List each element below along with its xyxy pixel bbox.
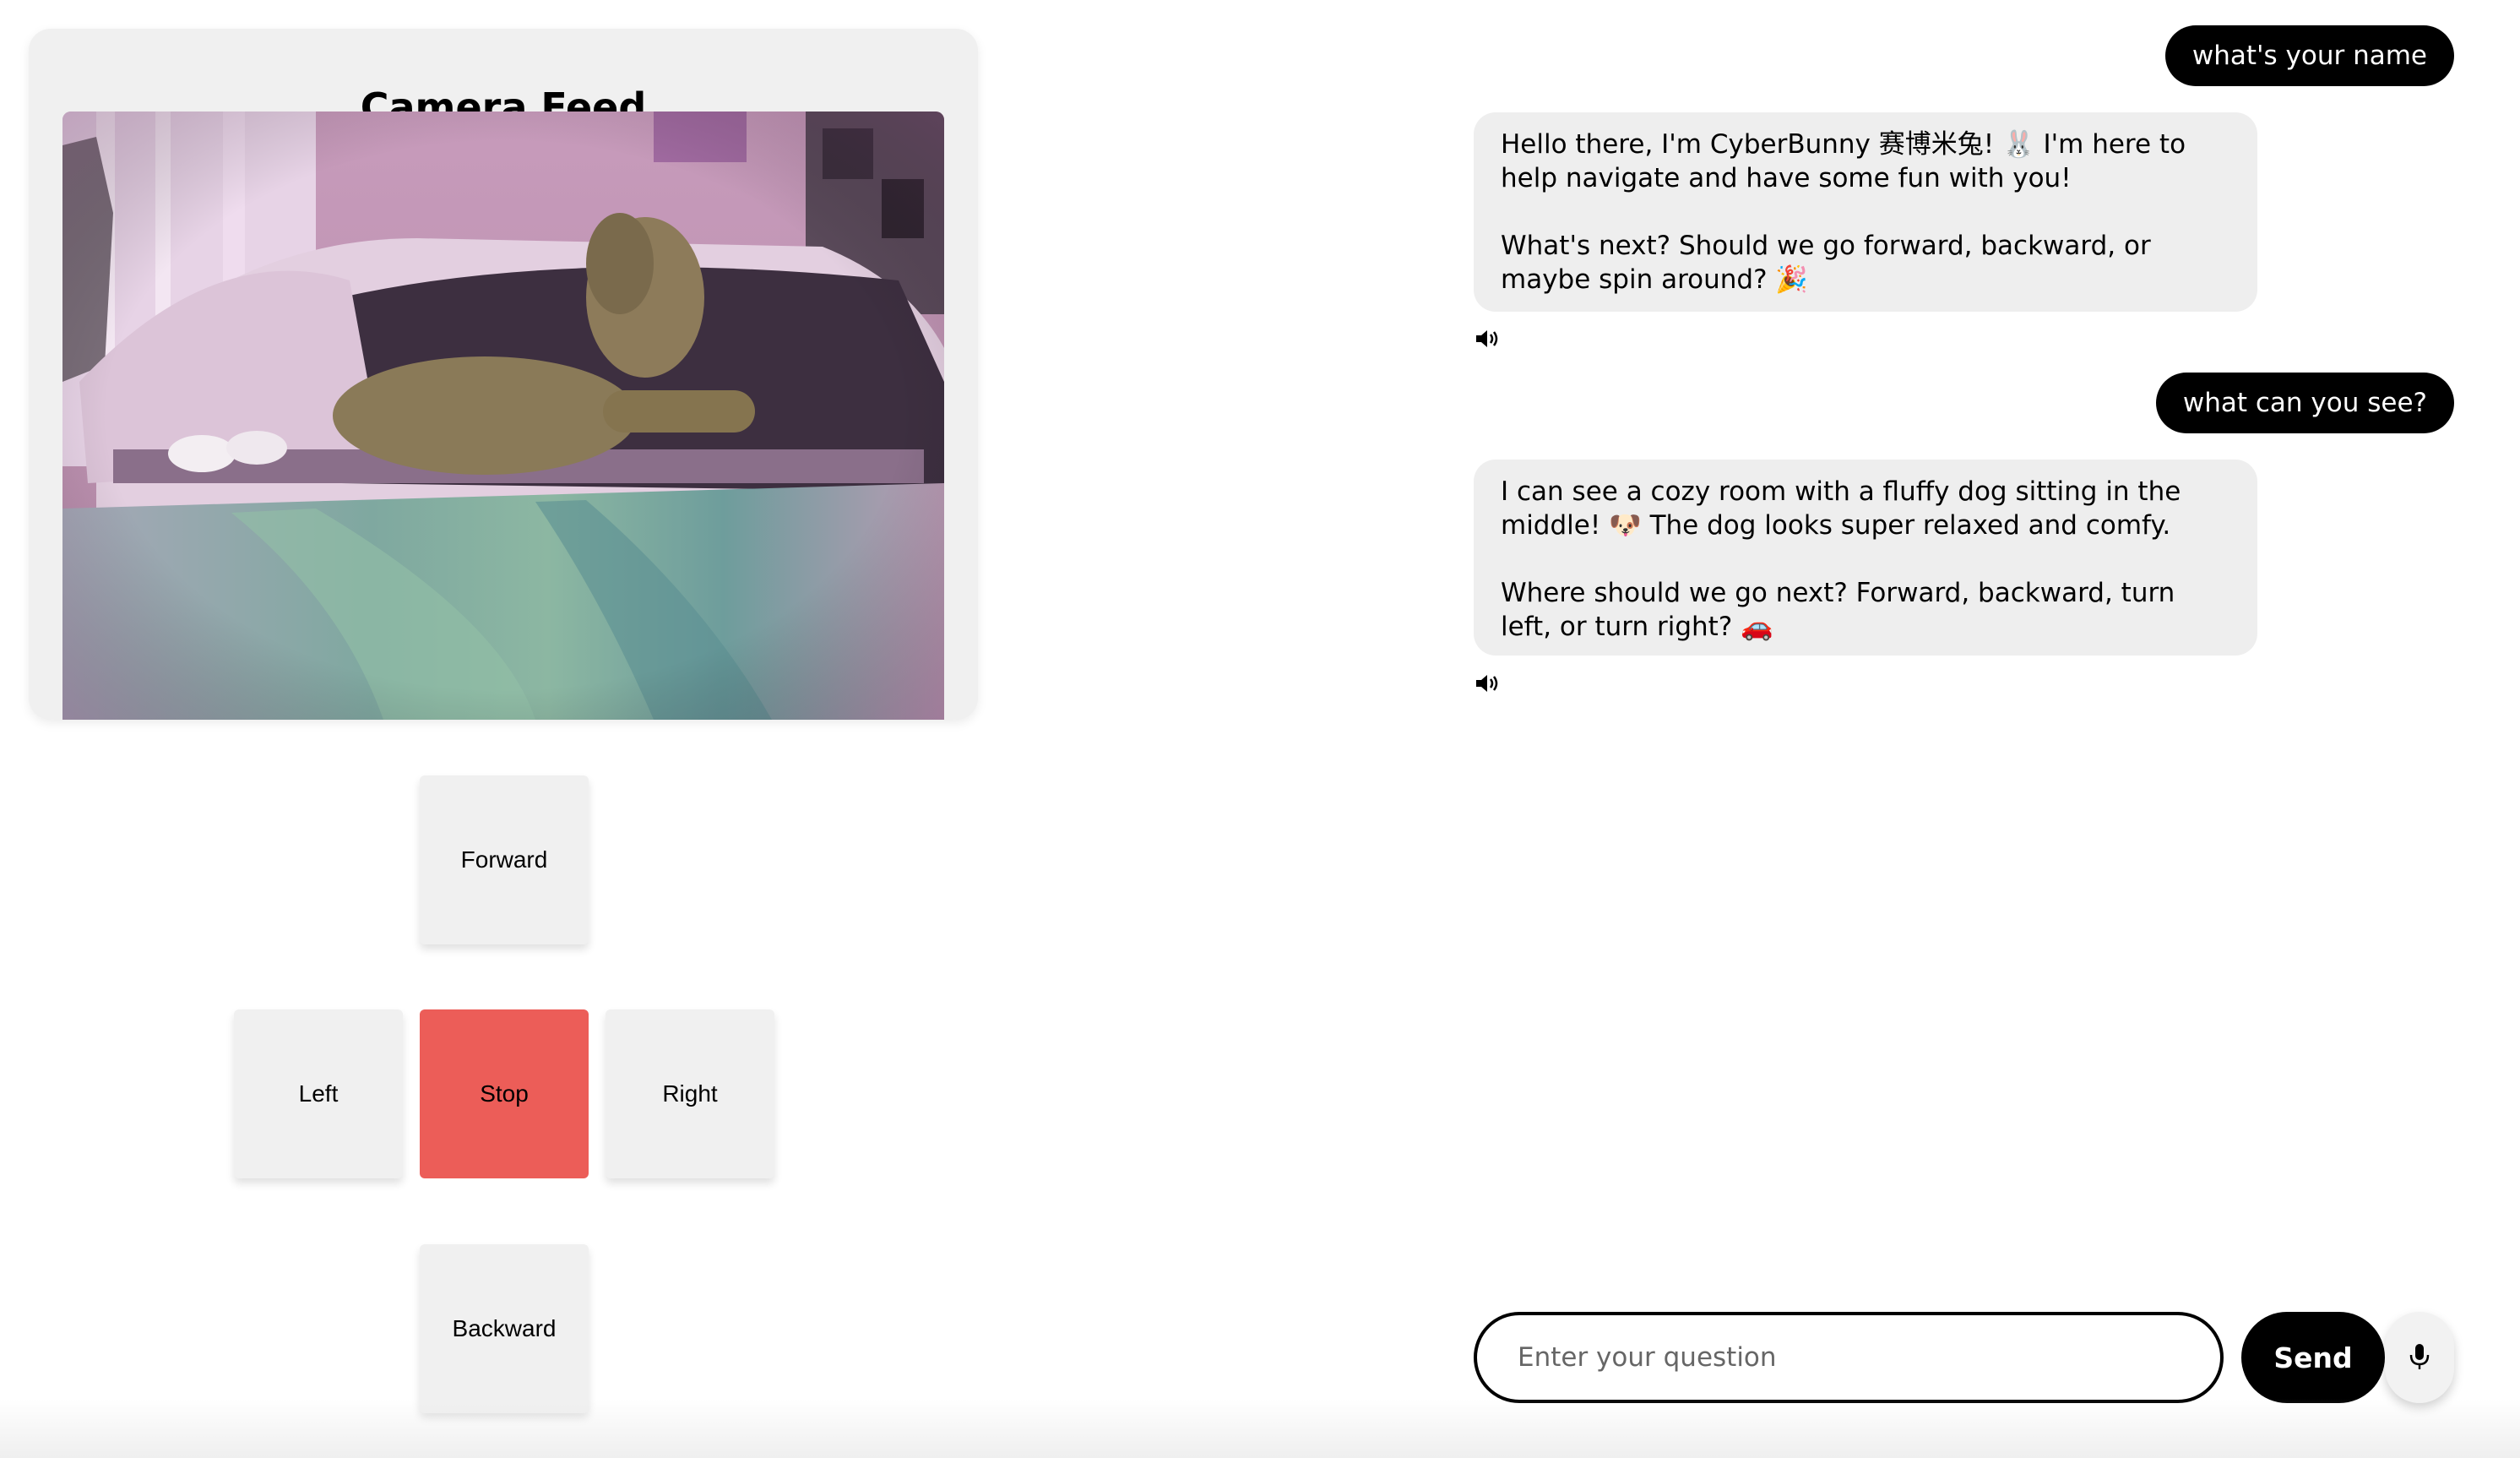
assistant-message-paragraph: Where should we go next? Forward, backwa… bbox=[1501, 578, 2175, 642]
assistant-message: Hello there, I'm CyberBunny 赛博米兔! 🐰 I'm … bbox=[1474, 112, 2257, 312]
speaker-icon[interactable] bbox=[1475, 672, 1500, 694]
camera-feed-image bbox=[62, 112, 944, 720]
right-button[interactable]: Right bbox=[606, 1009, 774, 1178]
assistant-message-paragraph: What's next? Should we go forward, backw… bbox=[1501, 231, 2151, 295]
left-button[interactable]: Left bbox=[234, 1009, 403, 1178]
forward-button[interactable]: Forward bbox=[420, 775, 589, 944]
microphone-icon bbox=[2409, 1344, 2430, 1369]
camera-feed-picture bbox=[62, 112, 944, 720]
speaker-icon[interactable] bbox=[1475, 328, 1500, 350]
assistant-message: I can see a cozy room with a fluffy dog … bbox=[1474, 460, 2257, 656]
user-message: what can you see? bbox=[2155, 373, 2454, 433]
user-message: what's your name bbox=[2164, 25, 2454, 86]
microphone-button[interactable] bbox=[2385, 1312, 2454, 1403]
camera-panel: Camera Feed bbox=[29, 29, 978, 720]
assistant-message-paragraph: I can see a cozy room with a fluffy dog … bbox=[1501, 476, 2181, 541]
send-button[interactable]: Send bbox=[2241, 1312, 2385, 1403]
question-input[interactable] bbox=[1474, 1312, 2224, 1403]
assistant-message-paragraph: Hello there, I'm CyberBunny 赛博米兔! 🐰 I'm … bbox=[1501, 129, 2186, 193]
backward-button[interactable]: Backward bbox=[420, 1244, 589, 1413]
stop-button[interactable]: Stop bbox=[420, 1009, 589, 1178]
bottom-fade bbox=[0, 1399, 2520, 1458]
